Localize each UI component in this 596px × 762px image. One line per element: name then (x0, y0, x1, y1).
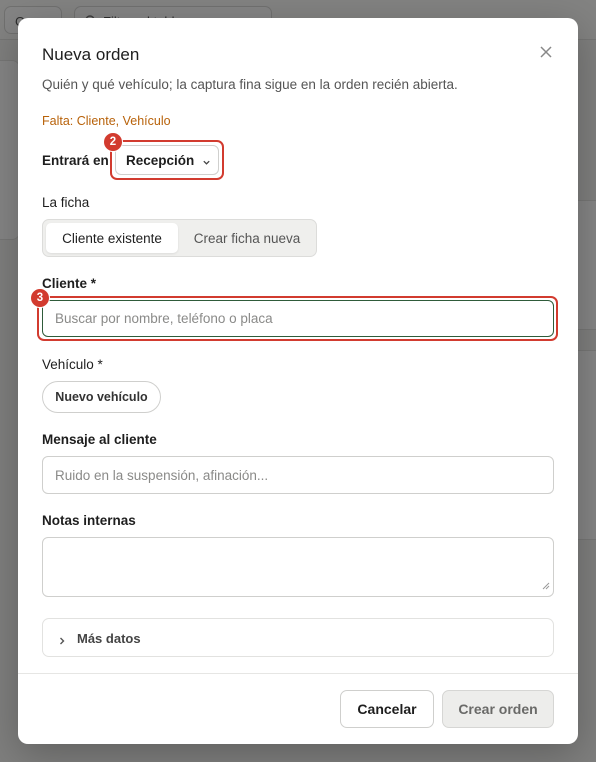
new-order-modal: Nueva orden Quién y qué vehículo; la cap… (18, 18, 578, 744)
record-type-segmented-control: Cliente existente Crear ficha nueva (42, 219, 317, 257)
step-badge-3: 3 (30, 288, 50, 308)
tab-new-record[interactable]: Crear ficha nueva (183, 223, 311, 253)
vehicle-label: Vehículo * (42, 357, 103, 372)
record-label: La ficha (42, 195, 90, 210)
missing-fields-warning: Falta: Cliente, Vehículo (42, 114, 171, 128)
close-icon (540, 45, 552, 63)
client-label: Cliente * (42, 276, 97, 291)
destination-select[interactable]: Recepción (115, 145, 219, 175)
chevron-down-icon (202, 155, 211, 170)
footer-divider (18, 673, 578, 674)
internal-notes-textarea[interactable] (42, 537, 554, 597)
message-placeholder: Ruido en la suspensión, afinación... (55, 467, 269, 483)
chevron-right-icon (58, 633, 66, 651)
message-input[interactable]: Ruido en la suspensión, afinación... (42, 456, 554, 494)
modal-title: Nueva orden (42, 45, 140, 64)
destination-label: Entrará en (42, 153, 109, 168)
create-order-button[interactable]: Crear orden (442, 690, 554, 728)
notes-label: Notas internas (42, 513, 136, 528)
tab-existing-client[interactable]: Cliente existente (46, 223, 178, 253)
more-data-label: Más datos (77, 631, 141, 646)
new-vehicle-button[interactable]: Nuevo vehículo (42, 381, 161, 413)
cancel-button[interactable]: Cancelar (340, 690, 434, 728)
client-search-input[interactable]: Buscar por nombre, teléfono o placa (42, 300, 554, 337)
destination-value: Recepción (126, 152, 195, 168)
modal-subtitle: Quién y qué vehículo; la captura fina si… (42, 77, 458, 92)
close-button[interactable] (536, 44, 556, 64)
client-search-placeholder: Buscar por nombre, teléfono o placa (55, 311, 273, 326)
resize-grip-icon[interactable] (542, 578, 550, 593)
more-data-toggle[interactable]: Más datos (42, 618, 554, 657)
step-badge-2: 2 (103, 132, 123, 152)
message-label: Mensaje al cliente (42, 432, 157, 447)
